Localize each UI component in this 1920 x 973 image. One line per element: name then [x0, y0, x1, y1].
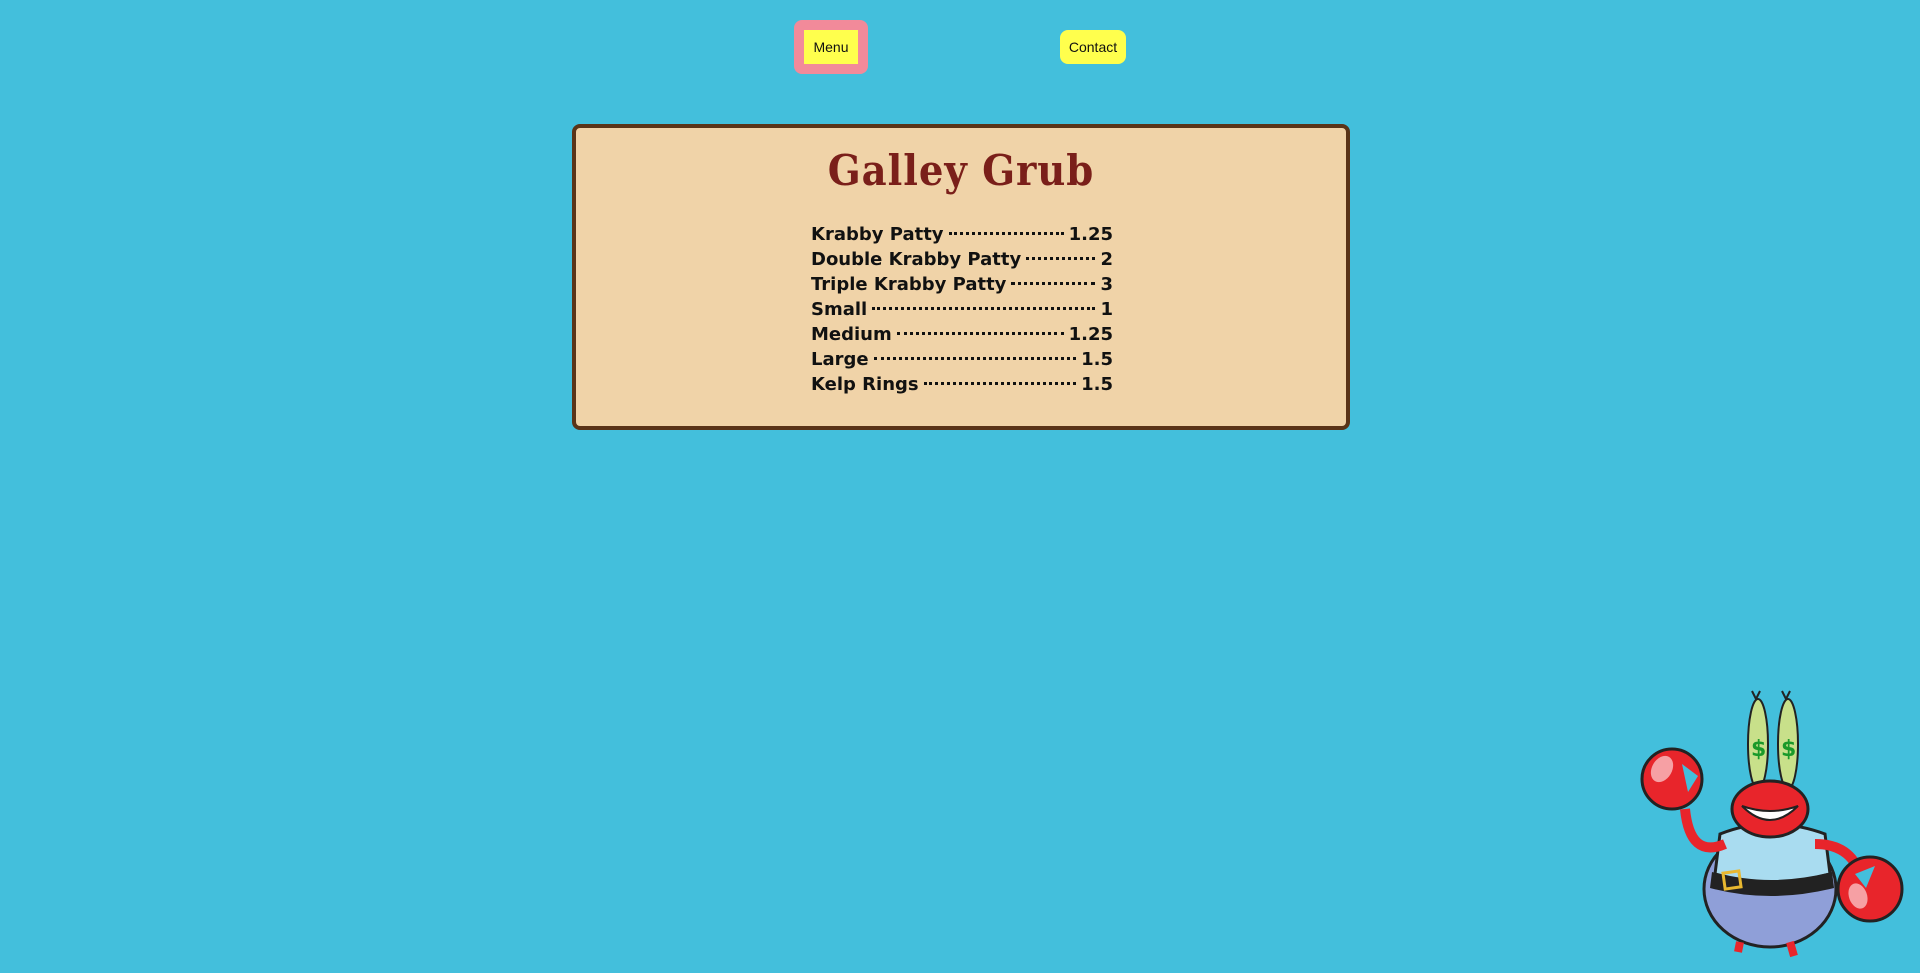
menu-item: Krabby Patty 1.25 [811, 224, 1113, 249]
menu-item-name: Triple Krabby Patty [811, 274, 1007, 295]
menu-item: Double Krabby Patty 2 [811, 249, 1113, 274]
dot-leader [1011, 282, 1096, 285]
menu-item-price: 1.5 [1081, 374, 1113, 395]
menu-item: Triple Krabby Patty 3 [811, 274, 1113, 299]
menu-list: Krabby Patty 1.25 Double Krabby Patty 2 … [811, 224, 1113, 399]
menu-item-price: 1 [1100, 299, 1113, 320]
dot-leader [872, 307, 1096, 310]
top-nav: Menu Contact [0, 20, 1920, 76]
menu-item-name: Medium [811, 324, 892, 345]
dot-leader [948, 232, 1064, 235]
menu-item: Kelp Rings 1.5 [811, 374, 1113, 399]
menu-item-name: Krabby Patty [811, 224, 944, 245]
dot-leader [873, 357, 1077, 360]
crab-mascot-icon: $ $ [1630, 684, 1906, 960]
menu-item: Large 1.5 [811, 349, 1113, 374]
menu-item-price: 1.25 [1068, 224, 1113, 245]
menu-button[interactable]: Menu [794, 20, 868, 74]
menu-item-name: Kelp Rings [811, 374, 919, 395]
menu-title: Galley Grub [827, 146, 1095, 195]
menu-item-name: Small [811, 299, 868, 320]
menu-item: Small 1 [811, 299, 1113, 324]
menu-item-price: 3 [1100, 274, 1113, 295]
menu-item-name: Large [811, 349, 869, 370]
menu-item-price: 1.25 [1068, 324, 1113, 345]
dot-leader [896, 332, 1064, 335]
contact-button[interactable]: Contact [1060, 30, 1126, 64]
menu-item-name: Double Krabby Patty [811, 249, 1022, 270]
menu-button-label: Menu [804, 30, 858, 64]
svg-text:$: $ [1751, 737, 1766, 762]
dot-leader [923, 382, 1077, 385]
menu-board: Galley Grub Krabby Patty 1.25 Double Kra… [572, 124, 1350, 430]
dot-leader [1026, 257, 1096, 260]
menu-item-price: 2 [1100, 249, 1113, 270]
svg-text:$: $ [1781, 737, 1796, 762]
menu-item-price: 1.5 [1081, 349, 1113, 370]
menu-item: Medium 1.25 [811, 324, 1113, 349]
